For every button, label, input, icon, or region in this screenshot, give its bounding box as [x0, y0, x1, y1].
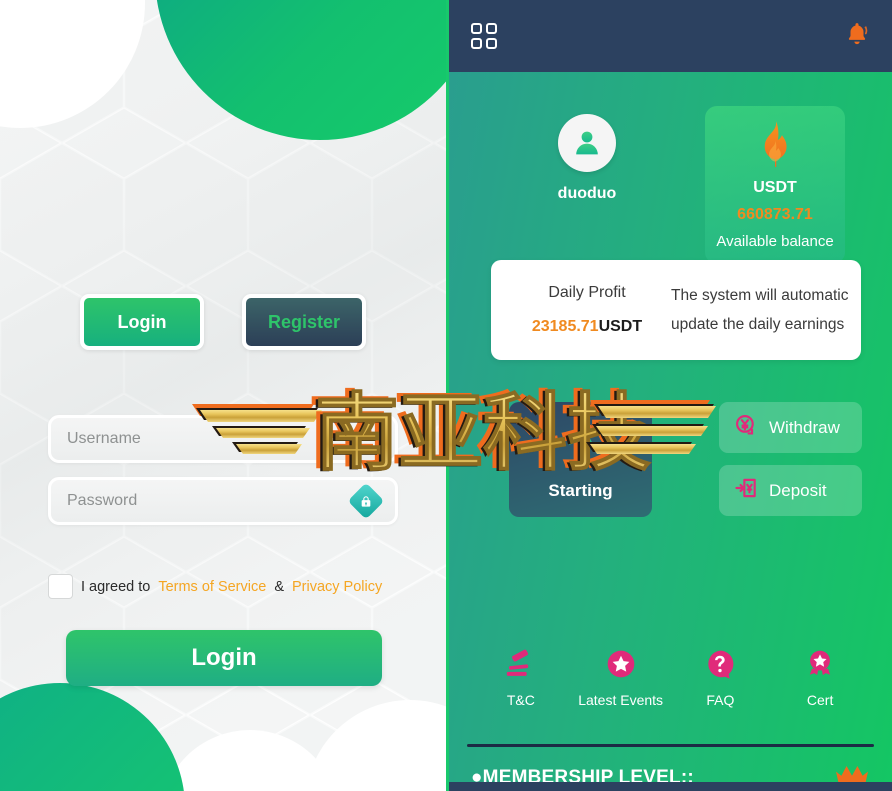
section-divider	[467, 744, 874, 747]
daily-profit-card: Daily Profit 23185.71USDT The system wil…	[491, 260, 861, 360]
system-notice-line1: The system will automatic	[671, 286, 849, 304]
agreement-prefix: I agreed to	[81, 578, 151, 595]
balance-caption: Available balance	[716, 233, 834, 250]
quick-link-faq-label: FAQ	[706, 692, 735, 708]
login-panel: Login Register I agreed to Terms of Servi…	[0, 0, 446, 791]
deposit-button-label: Deposit	[769, 480, 827, 500]
app-root: Login Register I agreed to Terms of Servi…	[0, 0, 892, 791]
action-row: Starting Withdraw Deposit	[449, 402, 892, 517]
question-mark-icon	[703, 647, 737, 686]
username-input[interactable]	[67, 430, 379, 448]
avatar[interactable]	[558, 114, 616, 172]
grid-apps-icon[interactable]	[471, 23, 497, 49]
daily-profit-currency: USDT	[598, 318, 643, 335]
profile-block: duoduo	[469, 106, 705, 203]
register-tab[interactable]: Register	[242, 294, 366, 350]
award-rosette-icon	[803, 647, 837, 686]
quick-link-tc-label: T&C	[506, 692, 535, 708]
bell-icon[interactable]	[844, 21, 870, 52]
username-field[interactable]	[48, 415, 398, 463]
starting-button[interactable]: Starting	[509, 402, 652, 517]
side-actions: Withdraw Deposit	[719, 402, 862, 516]
balance-amount: 660873.71	[737, 206, 813, 223]
star-badge-icon	[604, 647, 638, 686]
privacy-policy-link[interactable]: Privacy Policy	[292, 579, 382, 595]
quick-link-cert[interactable]: Cert	[770, 647, 870, 709]
app-header	[449, 0, 892, 72]
gavel-icon	[504, 647, 538, 686]
bottom-navigation: Home Starting	[449, 782, 892, 791]
quick-link-cert-label: Cert	[806, 692, 834, 708]
quick-links-row: T&C Latest Events FAQ Cert	[449, 647, 892, 709]
quick-link-latest-events-label: Latest Events	[578, 692, 664, 708]
agreement-checkbox[interactable]	[48, 574, 73, 599]
quick-link-tc[interactable]: T&C	[471, 647, 571, 709]
rocket-icon	[561, 418, 601, 467]
password-field[interactable]	[48, 477, 398, 525]
terms-of-service-link[interactable]: Terms of Service	[158, 579, 266, 595]
lock-icon[interactable]	[347, 482, 385, 520]
username-label: duoduo	[557, 185, 617, 202]
agreement-separator: &	[274, 578, 284, 595]
app-body: duoduo USDT 660873.71 Available balance …	[449, 72, 892, 791]
system-notice: The system will automatic update the dai…	[671, 281, 853, 340]
auth-tab-group: Login Register	[0, 294, 446, 350]
quick-link-latest-events[interactable]: Latest Events	[571, 647, 671, 709]
app-panel: duoduo USDT 660873.71 Available balance …	[446, 0, 892, 791]
login-submit-button[interactable]: Login	[66, 630, 382, 686]
withdraw-yen-icon	[733, 412, 759, 443]
deposit-yen-icon	[733, 475, 759, 506]
login-submit-label: Login	[191, 644, 257, 671]
starting-button-label: Starting	[548, 481, 613, 500]
password-input[interactable]	[67, 492, 353, 510]
deposit-button[interactable]: Deposit	[719, 465, 862, 516]
daily-profit-block: Daily Profit 23185.71USDT	[503, 284, 671, 336]
profile-row: duoduo USDT 660873.71 Available balance	[449, 72, 892, 264]
withdraw-button-label: Withdraw	[769, 417, 840, 437]
daily-profit-value: 23185.71USDT	[503, 318, 671, 336]
system-notice-line2: update the daily earnings	[671, 316, 845, 333]
daily-profit-amount: 23185.71	[531, 318, 599, 335]
withdraw-button[interactable]: Withdraw	[719, 402, 862, 453]
register-tab-label: Register	[267, 311, 341, 332]
login-tab-label: Login	[117, 311, 167, 332]
balance-currency: USDT	[753, 179, 797, 196]
flame-icon	[753, 120, 797, 173]
quick-link-faq[interactable]: FAQ	[671, 647, 771, 709]
balance-card[interactable]: USDT 660873.71 Available balance	[705, 106, 845, 264]
login-tab[interactable]: Login	[80, 294, 204, 350]
agreement-row: I agreed to Terms of Service & Privacy Poli…	[48, 574, 382, 599]
daily-profit-title: Daily Profit	[548, 284, 626, 301]
